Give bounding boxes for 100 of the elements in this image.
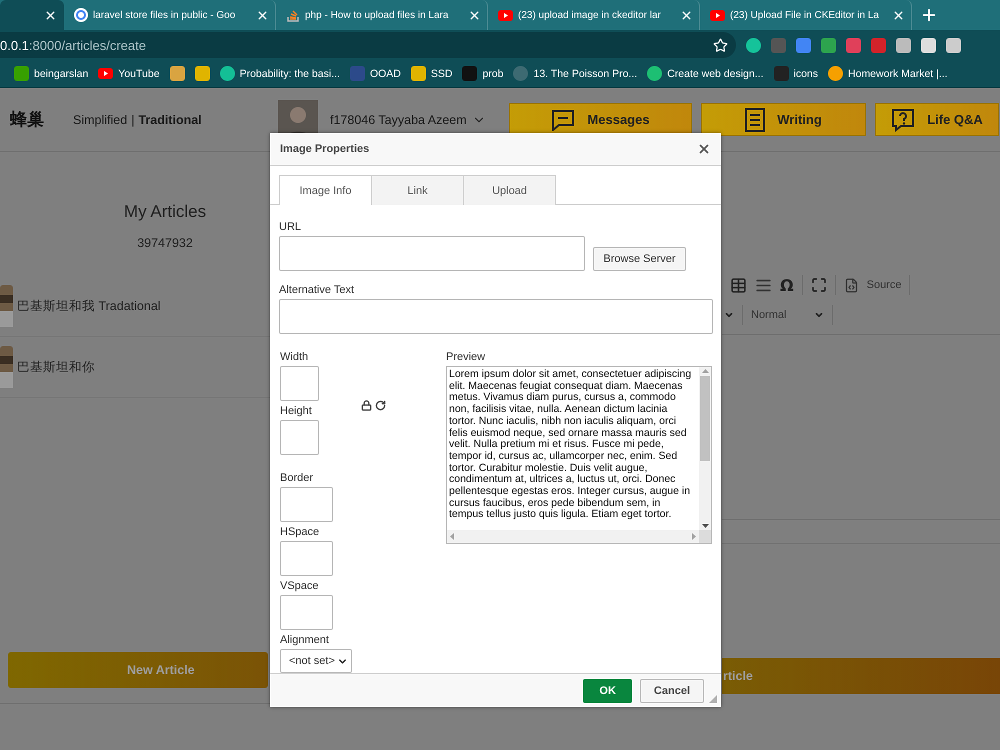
- bookmark-icon: [350, 66, 365, 81]
- resize-grip-icon[interactable]: [709, 695, 717, 703]
- bookmark-icon: [220, 66, 235, 81]
- caret-icon[interactable]: [724, 310, 734, 320]
- field-label: Border: [280, 472, 314, 485]
- message-icon: [551, 108, 576, 130]
- bookmark-icon: [513, 66, 528, 81]
- alt-text-field[interactable]: [279, 299, 713, 334]
- bookmark[interactable]: beingarslan: [14, 66, 88, 81]
- article-count: 39747932: [137, 236, 193, 250]
- preview-text: Lorem ipsum dolor sit amet, consectetuer adipiscing elit. Maecenas feugiat consequat diam. Maecenas metus. Vivamus diam purus, cursus a, commodo non, facilisis vitae, nulla. Aenean dictum lacinia tortor. Nunc iaculis, nibh non iaculis aliquam, orci felis euismod neque, sed ornare massa mauris sed velit. Nulla pretium mi et risus. Fusce mi pede, tempor id, cursus ac, ullamcorper nec, enim. Sed tortor. Curabitur molestie. Duis velit augue, condimentum at, ultrices a, luctus ut, orci. Donec pellentesque egestas eros. Integer cursus, augue in cursus faucibus, eros pede bibendum sem, in tempus tellus justo quis ligula. Etiam eget tortor.: [449, 368, 692, 520]
- size-field[interactable]: [280, 366, 319, 401]
- dialog-title: Image Properties: [280, 143, 370, 155]
- bookmark-icon: [774, 66, 788, 81]
- user-name[interactable]: f178046 Tayyaba Azeem: [330, 112, 464, 126]
- bookmark[interactable]: Homework Market |...: [828, 66, 948, 81]
- spacing-field[interactable]: [280, 595, 333, 630]
- bookmark[interactable]: icons: [774, 66, 818, 81]
- field-label: VSpace: [280, 580, 320, 593]
- bookmark-icon-button[interactable]: [170, 66, 185, 81]
- new-tab-icon[interactable]: [920, 6, 938, 24]
- close-icon[interactable]: [892, 8, 905, 22]
- reset-icon[interactable]: [375, 400, 386, 410]
- nav-button[interactable]: Messages: [509, 103, 692, 136]
- bookmark[interactable]: Probability: the basi...: [220, 66, 340, 81]
- youtube-icon: [710, 10, 725, 20]
- url-path: :8000/articles/create: [28, 38, 147, 52]
- bookmark-icon: [410, 66, 426, 81]
- scroll-left-icon[interactable]: [450, 533, 454, 540]
- source-button[interactable]: Source: [866, 279, 902, 291]
- maximize-icon[interactable]: [810, 277, 827, 293]
- browse-server-button[interactable]: Browse Server: [593, 247, 686, 271]
- caret-icon: [814, 310, 824, 320]
- bookmark-icon: [170, 66, 185, 81]
- bookmark[interactable]: YouTube: [98, 68, 160, 80]
- close-icon[interactable]: [468, 8, 481, 22]
- youtube-icon: [498, 10, 513, 20]
- language-option[interactable]: Simplified: [73, 112, 128, 126]
- bookmark[interactable]: prob: [462, 66, 504, 81]
- dialog-tab[interactable]: Link: [371, 175, 464, 205]
- language-option[interactable]: Traditional: [138, 112, 202, 126]
- field-label: HSpace: [280, 526, 320, 539]
- star-icon[interactable]: [713, 38, 728, 52]
- field-label: Height: [280, 405, 313, 418]
- horizontal-scrollbar[interactable]: [447, 530, 699, 543]
- help-icon: [891, 108, 916, 132]
- field-label: URL: [279, 221, 302, 234]
- bookmark-icon-button[interactable]: [194, 66, 210, 81]
- field-label: Width: [280, 351, 310, 364]
- scroll-right-icon[interactable]: [692, 533, 696, 540]
- lock-icon[interactable]: [361, 400, 372, 410]
- close-icon[interactable]: [697, 142, 711, 156]
- field-label: Preview: [446, 351, 486, 364]
- source-icon[interactable]: [844, 278, 859, 292]
- bookmark-icon: [14, 66, 29, 81]
- scrollbar-corner: [699, 530, 711, 543]
- spacing-field[interactable]: [280, 487, 333, 522]
- section-title: My Articles: [124, 202, 206, 222]
- address-field[interactable]: 0.0.1:8000/articles/create: [0, 32, 736, 58]
- nav-button[interactable]: Writing: [701, 103, 866, 136]
- extension-icon[interactable]: [896, 38, 911, 52]
- format-dropdown[interactable]: Normal: [751, 309, 824, 321]
- url-field[interactable]: [279, 236, 585, 271]
- size-field[interactable]: [280, 420, 319, 455]
- close-icon[interactable]: [680, 8, 693, 22]
- divider-text: |: [131, 112, 134, 126]
- tab-title: (23) upload image in ckeditor lar: [518, 10, 662, 20]
- field-label: Alignment: [280, 634, 330, 647]
- cancel-button[interactable]: Cancel: [640, 678, 704, 702]
- extension-icon[interactable]: [946, 38, 961, 52]
- close-icon[interactable]: [256, 8, 269, 22]
- bookmark[interactable]: SSD: [410, 66, 452, 81]
- bookmark[interactable]: 13. The Poisson Pro...: [513, 66, 638, 81]
- nav-button[interactable]: Life Q&A: [875, 103, 999, 136]
- bookmark-icon: [828, 66, 844, 81]
- tab-title: (23) Upload File in CKEditor in La: [730, 10, 880, 20]
- extension-icon[interactable]: [746, 38, 761, 52]
- special-character-button[interactable]: Ω: [780, 276, 794, 294]
- google-icon: [74, 8, 88, 22]
- site-logo[interactable]: 蜂巢: [10, 108, 73, 131]
- youtube-icon: [98, 68, 114, 79]
- alignment-select[interactable]: <not set>: [280, 649, 352, 673]
- ok-button[interactable]: OK: [583, 678, 632, 702]
- bookmark[interactable]: OOAD: [350, 66, 401, 81]
- table-icon[interactable]: [730, 276, 747, 294]
- bookmark-icon: [647, 66, 662, 81]
- vertical-scrollbar[interactable]: [699, 367, 711, 530]
- scroll-down-icon[interactable]: [702, 524, 708, 528]
- stack-icon: [286, 8, 300, 22]
- scroll-up-icon[interactable]: [702, 369, 708, 373]
- document-icon: [745, 108, 766, 132]
- extension-icon[interactable]: [921, 38, 936, 52]
- tab-title: laravel store files in public - Goo: [93, 10, 236, 20]
- bookmark[interactable]: Create web design...: [647, 66, 764, 81]
- close-icon[interactable]: [44, 8, 57, 22]
- dialog-tab[interactable]: Upload: [463, 175, 556, 205]
- extension-icon[interactable]: [821, 38, 836, 52]
- spacing-field[interactable]: [280, 541, 333, 576]
- dialog-tab[interactable]: Image Info: [279, 175, 372, 205]
- tab-title: php - How to upload files in Lara: [305, 10, 450, 20]
